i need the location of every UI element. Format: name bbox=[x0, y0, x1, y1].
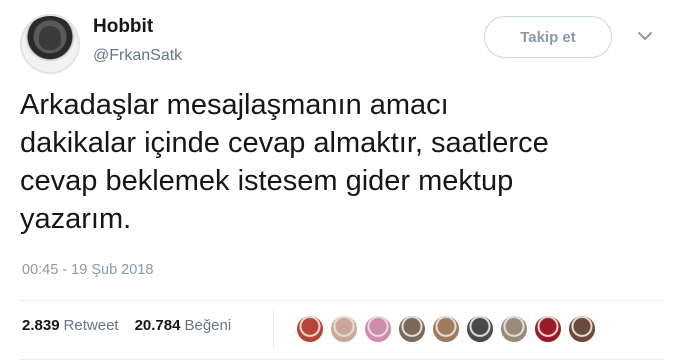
liker-avatars bbox=[296, 315, 602, 343]
retweet-stat[interactable]: 2.839 Retweet bbox=[22, 317, 119, 334]
user-handle[interactable]: @FrkanSatk bbox=[93, 47, 182, 65]
like-stat[interactable]: 20.784 Beğeni bbox=[135, 317, 232, 334]
liker-avatar[interactable] bbox=[398, 315, 426, 343]
divider bbox=[20, 359, 664, 360]
liker-avatar[interactable] bbox=[534, 315, 562, 343]
stats-separator bbox=[273, 309, 274, 349]
tweet-text: Arkadaşlar mesajlaşmanın amacı dakikalar… bbox=[20, 89, 549, 235]
liker-avatar[interactable] bbox=[296, 315, 324, 343]
retweet-label: Retweet bbox=[63, 317, 119, 334]
liker-avatar[interactable] bbox=[364, 315, 392, 343]
retweet-count: 2.839 bbox=[22, 317, 60, 334]
liker-avatar[interactable] bbox=[500, 315, 528, 343]
display-name[interactable]: Hobbit bbox=[93, 16, 153, 38]
follow-button[interactable]: Takip et bbox=[484, 16, 612, 58]
like-count: 20.784 bbox=[134, 317, 181, 334]
tweet-stats: 2.839 Retweet 20.784 Beğeni bbox=[22, 317, 247, 334]
divider bbox=[20, 300, 664, 301]
liker-avatar[interactable] bbox=[330, 315, 358, 343]
liker-avatar[interactable] bbox=[466, 315, 494, 343]
chevron-down-icon[interactable] bbox=[636, 30, 654, 42]
avatar-figure bbox=[39, 26, 61, 50]
avatar[interactable] bbox=[20, 14, 80, 74]
like-label: Beğeni bbox=[184, 317, 232, 334]
liker-avatar[interactable] bbox=[432, 315, 460, 343]
tweet-timestamp[interactable]: 00:45 - 19 Şub 2018 bbox=[22, 262, 153, 278]
liker-avatar[interactable] bbox=[568, 315, 596, 343]
